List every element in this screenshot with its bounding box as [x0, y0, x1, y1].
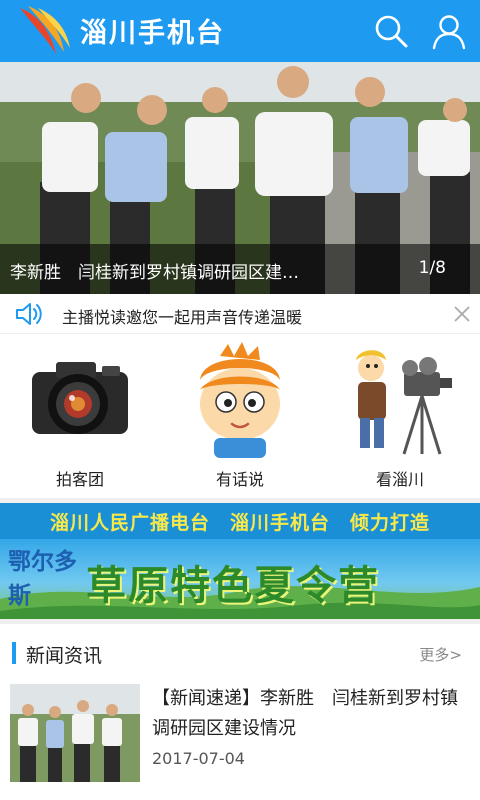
- news-more-link[interactable]: 更多>: [419, 644, 462, 665]
- cartoon-boy-icon: [200, 342, 280, 458]
- banner-page-counter: 1/8: [418, 258, 446, 278]
- section-accent-bar: [12, 642, 16, 664]
- news-item-date: 2017-07-04: [152, 749, 245, 768]
- quick-link-label: 拍客团: [55, 470, 104, 489]
- news-section-title: 新闻资讯: [26, 645, 103, 667]
- search-button[interactable]: [372, 12, 410, 50]
- quick-link-label: 有话说: [215, 470, 264, 489]
- app-title: 淄川手机台: [80, 18, 225, 49]
- notice-text: 主播悦读邀您一起用声音传递温暖: [62, 308, 303, 327]
- promo-title: 草原特色夏令营: [86, 562, 380, 609]
- search-icon: [375, 15, 408, 48]
- quick-link-paike[interactable]: 拍客团: [0, 334, 160, 498]
- app-header: 淄川手机台: [0, 0, 480, 62]
- quick-links: 拍客团 有话说 看淄川: [0, 334, 480, 498]
- promo-top-strip: 淄川人民广播电台 淄川手机台 倾力打造: [0, 503, 480, 539]
- quick-link-label: 看淄川: [375, 470, 424, 489]
- cartoon-cameraman-icon: [356, 350, 452, 455]
- notice-bar[interactable]: 主播悦读邀您一起用声音传递温暖: [0, 294, 480, 334]
- user-profile-button[interactable]: [430, 12, 468, 50]
- news-thumbnail-photo: [10, 684, 140, 782]
- flame-swoosh-logo: [20, 6, 70, 54]
- promo-place: 鄂尔多斯: [8, 549, 77, 609]
- camera-icon: [32, 362, 128, 434]
- user-icon: [432, 15, 466, 50]
- news-section-header: 新闻资讯 更多>: [0, 624, 480, 682]
- news-section: 新闻资讯 更多> 【新闻速递】李新胜 闫桂新到罗村镇调研园区建设情况 2017-…: [0, 624, 480, 800]
- close-icon[interactable]: [451, 303, 473, 325]
- speaker-icon: [16, 303, 42, 325]
- promo-headline: 淄川人民广播电台 淄川手机台 倾力打造: [49, 512, 430, 534]
- quick-link-youhua[interactable]: 有话说: [160, 334, 320, 498]
- banner-caption: 李新胜 闫桂新到罗村镇调研园区建…: [10, 263, 299, 283]
- news-item-title: 【新闻速递】李新胜 闫桂新到罗村镇调研园区建设情况: [152, 688, 458, 739]
- quick-link-kanzichuan[interactable]: 看淄川: [320, 334, 480, 498]
- news-thumbnail: [10, 684, 140, 782]
- promo-body: 鄂尔多斯 草原特色夏令营: [0, 539, 480, 619]
- news-list-item[interactable]: 【新闻速递】李新胜 闫桂新到罗村镇调研园区建设情况 2017-07-04: [0, 682, 480, 800]
- hero-carousel[interactable]: 李新胜 闫桂新到罗村镇调研园区建… 1/8: [0, 62, 480, 294]
- promo-banner[interactable]: 淄川人民广播电台 淄川手机台 倾力打造 鄂尔多斯 草原特色夏令营: [0, 503, 480, 619]
- banner-caption-bar: 李新胜 闫桂新到罗村镇调研园区建… 1/8: [0, 244, 480, 294]
